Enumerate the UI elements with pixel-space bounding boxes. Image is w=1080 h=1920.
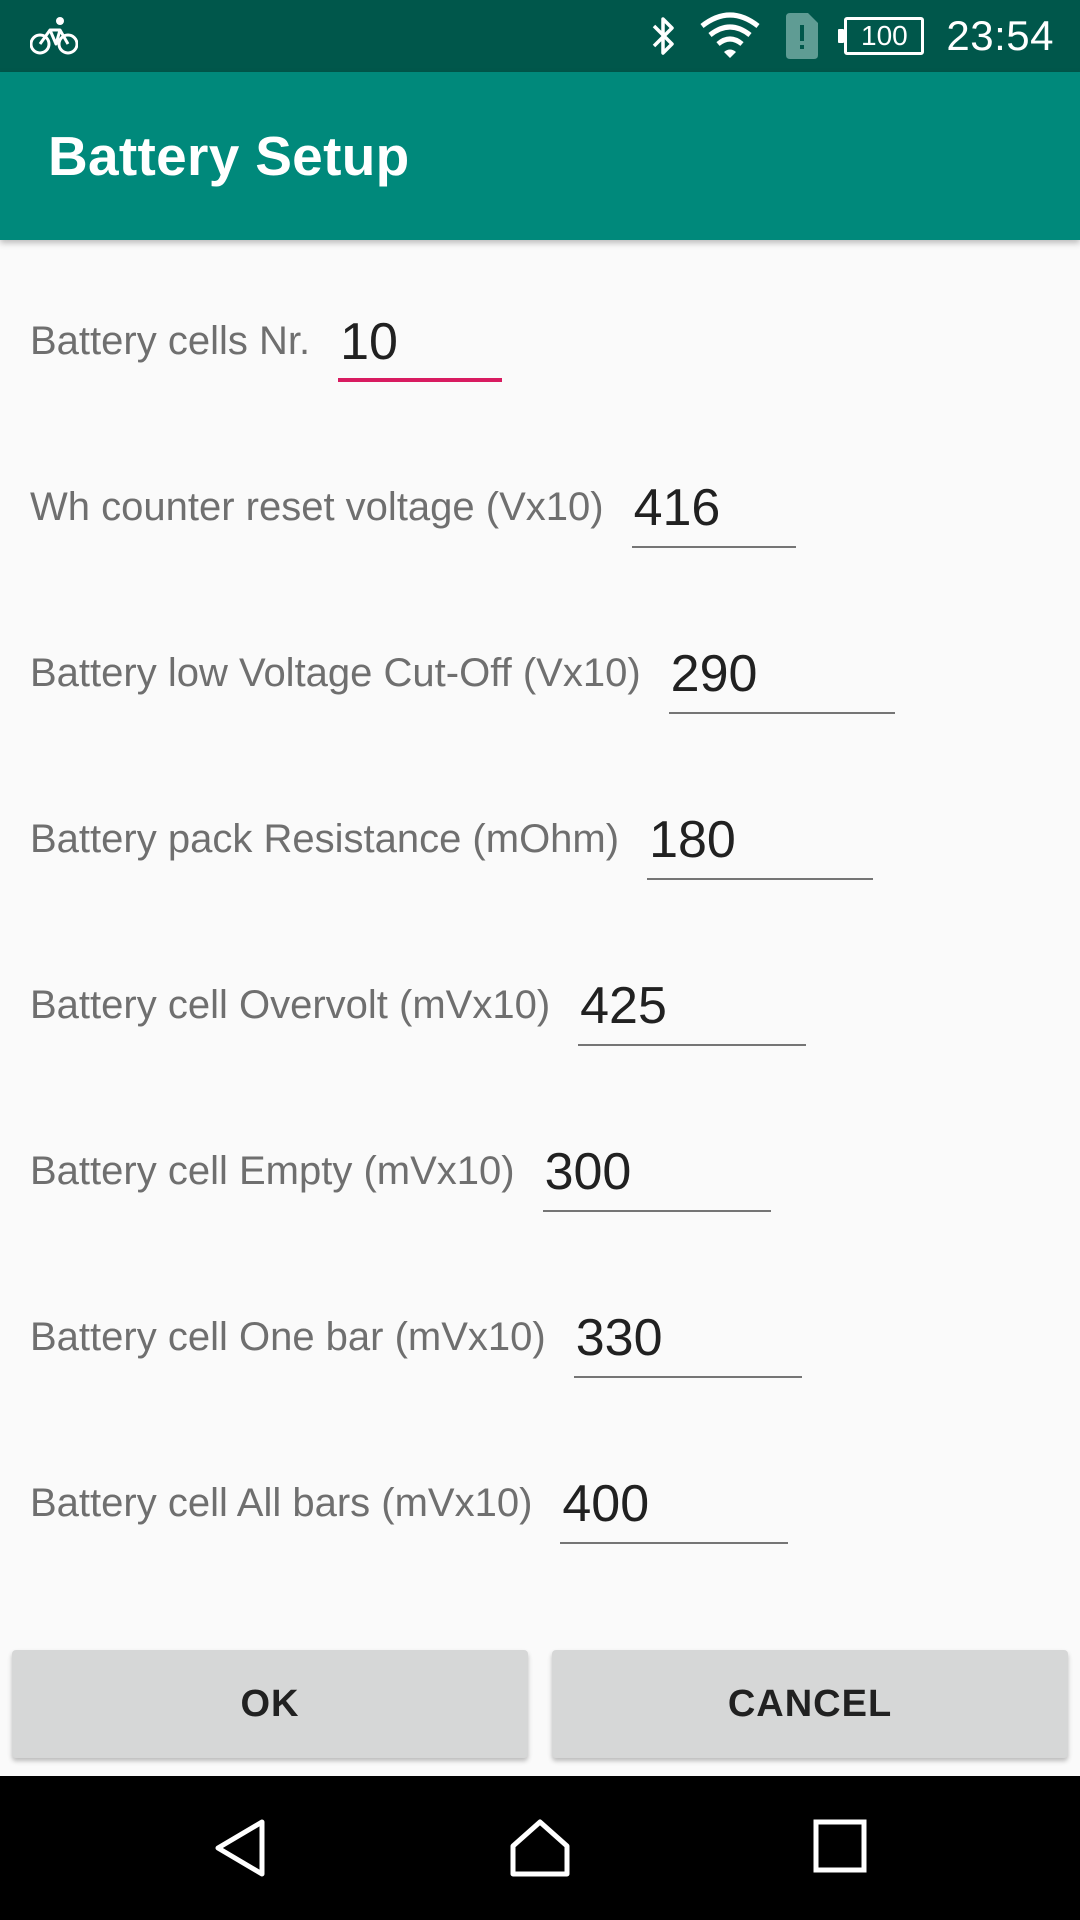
field-label: Battery cell All bars (mVx10) — [30, 1481, 533, 1525]
status-clock: 23:54 — [946, 12, 1054, 59]
field-underline — [573, 1376, 802, 1378]
wh-reset-voltage-input[interactable] — [631, 468, 796, 548]
bicycle-icon — [30, 17, 78, 55]
pack-resistance-input[interactable] — [647, 800, 874, 880]
ok-button[interactable]: OK — [12, 1650, 528, 1758]
field-underline — [560, 1542, 789, 1544]
field-underline — [668, 712, 895, 714]
field-row-wh-reset-voltage: Wh counter reset voltage (Vx10) — [30, 468, 796, 548]
field-row-pack-resistance: Battery pack Resistance (mOhm) — [30, 800, 874, 880]
recents-icon[interactable] — [812, 1818, 868, 1874]
low-voltage-cutoff-field[interactable] — [668, 634, 895, 714]
field-label: Battery low Voltage Cut-Off (Vx10) — [30, 651, 641, 695]
wh-reset-voltage-field[interactable] — [631, 468, 796, 548]
nav-bar — [0, 1776, 1080, 1920]
bluetooth-icon — [653, 17, 675, 55]
battery-cells-field[interactable] — [338, 302, 503, 382]
cell-one-bar-field[interactable] — [573, 1298, 802, 1378]
cancel-button[interactable]: CANCEL — [552, 1650, 1068, 1758]
status-bar: 100 23:54 — [0, 0, 1080, 72]
field-underline — [631, 546, 796, 548]
low-voltage-cutoff-input[interactable] — [668, 634, 895, 714]
field-underline — [578, 1044, 807, 1046]
field-row-low-voltage-cutoff: Battery low Voltage Cut-Off (Vx10) — [30, 634, 895, 714]
cell-overvolt-input[interactable] — [578, 966, 807, 1046]
battery-icon: 100 — [838, 17, 925, 55]
field-label: Battery cell Overvolt (mVx10) — [30, 983, 551, 1027]
field-row-cell-overvolt: Battery cell Overvolt (mVx10) — [30, 966, 807, 1046]
field-label: Wh counter reset voltage (Vx10) — [30, 485, 604, 529]
cell-one-bar-input[interactable] — [573, 1298, 802, 1378]
field-row-cell-one-bar: Battery cell One bar (mVx10) — [30, 1298, 802, 1378]
cell-overvolt-field[interactable] — [578, 966, 807, 1046]
page-title: Battery Setup — [48, 125, 410, 187]
cell-empty-field[interactable] — [542, 1132, 771, 1212]
field-label: Battery pack Resistance (mOhm) — [30, 817, 620, 861]
wifi-icon — [700, 12, 760, 58]
pack-resistance-field[interactable] — [647, 800, 874, 880]
cell-all-bars-field[interactable] — [560, 1464, 789, 1544]
app-bar: Battery Setup — [0, 72, 1080, 240]
field-underline — [542, 1210, 771, 1212]
field-underline — [338, 378, 503, 382]
field-row-cell-all-bars: Battery cell All bars (mVx10) — [30, 1464, 789, 1544]
cell-empty-input[interactable] — [542, 1132, 771, 1212]
sim-alert-icon — [786, 13, 819, 59]
back-icon[interactable] — [212, 1818, 272, 1878]
battery-level: 100 — [861, 20, 908, 51]
field-label: Battery cells Nr. — [30, 319, 311, 363]
field-label: Battery cell Empty (mVx10) — [30, 1149, 515, 1193]
battery-cells-input[interactable] — [338, 302, 503, 382]
field-underline — [647, 878, 874, 880]
field-row-battery-cells: Battery cells Nr. — [30, 302, 503, 382]
home-icon[interactable] — [508, 1818, 572, 1878]
cell-all-bars-input[interactable] — [560, 1464, 789, 1544]
field-label: Battery cell One bar (mVx10) — [30, 1315, 546, 1359]
field-row-cell-empty: Battery cell Empty (mVx10) — [30, 1132, 771, 1212]
